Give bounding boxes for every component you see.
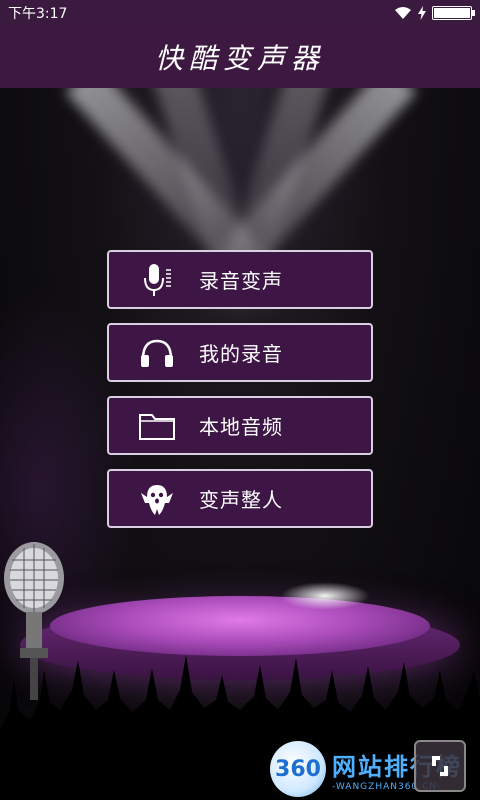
status-icons: [394, 6, 475, 20]
headphones-icon: [127, 325, 187, 380]
record-voice-change-button[interactable]: 录音变声: [107, 250, 373, 309]
microphone-icon: [127, 252, 187, 307]
my-recordings-button[interactable]: 我的录音: [107, 323, 373, 382]
app-header: 快酷变声器: [0, 26, 480, 88]
folder-icon: [127, 398, 187, 453]
floating-action-button[interactable]: [414, 740, 466, 792]
battery-level: [434, 8, 470, 18]
battery-icon: [432, 6, 475, 20]
microphone-graphic: [4, 542, 64, 700]
menu-label: 本地音频: [199, 415, 283, 439]
watermark-badge: 360: [270, 741, 326, 797]
status-bar: 下午3:17: [0, 0, 480, 26]
wifi-icon: [394, 6, 412, 20]
ghost-icon: [127, 471, 187, 526]
platform-highlight: [280, 582, 370, 610]
menu-label: 录音变声: [199, 269, 283, 293]
prank-voice-button[interactable]: 变声整人: [107, 469, 373, 528]
local-audio-button[interactable]: 本地音频: [107, 396, 373, 455]
main-menu: 录音变声 我的录音 本地音频 变声整人: [107, 250, 373, 542]
arrows-icon: [432, 756, 448, 776]
page-title: 快酷变声器: [154, 42, 325, 75]
menu-label: 变声整人: [199, 488, 283, 512]
status-time: 下午3:17: [8, 6, 68, 22]
menu-label: 我的录音: [199, 342, 283, 366]
charging-icon: [418, 6, 426, 20]
